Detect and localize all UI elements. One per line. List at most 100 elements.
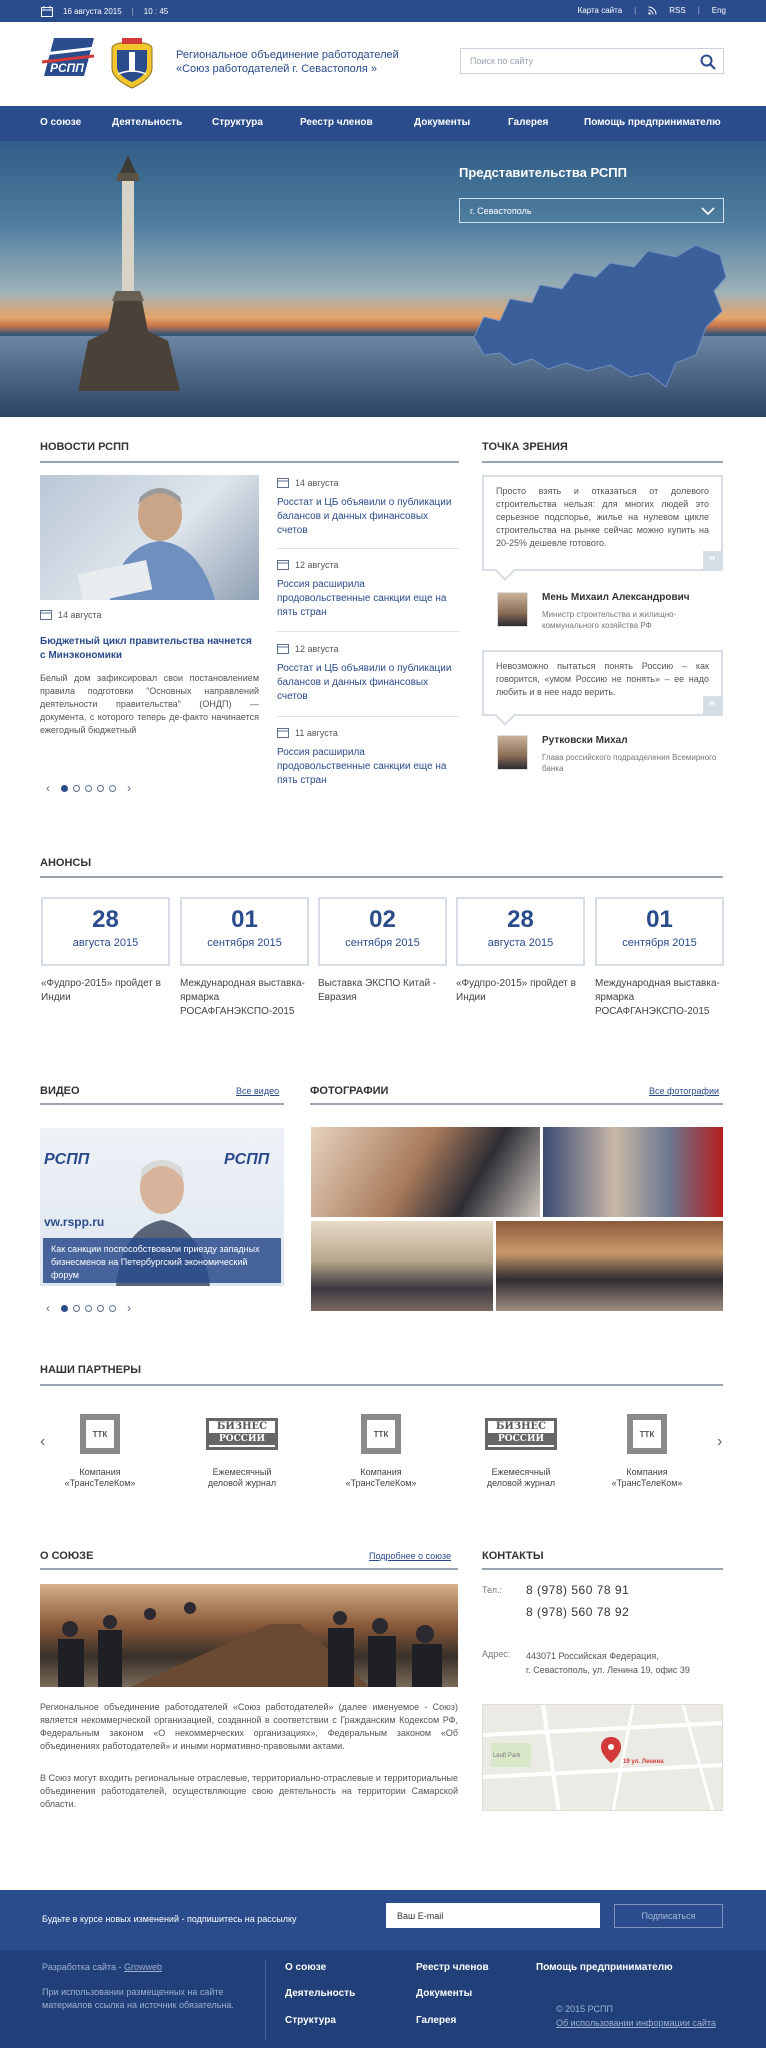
phone-1[interactable]: 8 (978) 560 78 91 [526,1583,629,1597]
chevron-right-icon[interactable]: › [121,1301,137,1315]
hero-banner: Представительства РСПП г. Севастополь [0,141,766,417]
gallery-photo[interactable] [543,1127,723,1217]
pager-dot[interactable] [85,784,92,792]
monument-image [78,155,180,391]
list-item[interactable]: 14 августа Росстат и ЦБ объявили о публи… [277,477,459,538]
pager-dot[interactable] [61,1304,68,1312]
announcement-date-card[interactable]: 28 августа 2015 [456,897,585,966]
rss-link[interactable]: RSS [669,6,685,15]
pager-dot[interactable] [109,784,116,792]
announcement-text[interactable]: «Фудпро-2015» пройдет в Индии [456,977,586,1005]
video-watermark: vw.rspp.ru [44,1215,104,1229]
news-main-headline[interactable]: Бюджетный цикл правительства начнется с … [40,635,259,663]
announcement-text[interactable]: Международная выставка-ярмарка РОСАФГАНЭ… [180,977,310,1019]
search-input[interactable]: Поиск по сайту [460,48,724,74]
pager-dot[interactable] [97,784,104,792]
quote-card: Невозможно пытаться понять Россию – как … [482,650,723,726]
partner-business-russia[interactable]: БИЗНЕС РОССИИ Ежемесячный деловой журнал [187,1411,297,1489]
list-item[interactable]: 11 августа Россия расширила продовольств… [277,727,459,788]
news-photo[interactable] [40,475,259,600]
all-photos-link[interactable]: Все фотографии [649,1086,719,1096]
gallery-photo[interactable] [311,1127,540,1217]
all-videos-link[interactable]: Все видео [236,1086,279,1096]
calendar-icon [41,6,53,17]
about-more-link[interactable]: Подробнее о союзе [369,1551,451,1561]
gallery-photo[interactable] [496,1221,723,1311]
partners-title: НАШИ ПАРТНЕРЫ [40,1364,142,1376]
footer-link-documents[interactable]: Документы [416,1988,472,1999]
news-main-body: Белый дом зафиксировал свои постановлени… [40,673,259,735]
announcement-date-card[interactable]: 28 августа 2015 [41,897,170,966]
address: 443071 Российская Федерация, г. Севастоп… [526,1651,690,1675]
search-icon[interactable] [699,53,717,71]
footer-link-structure[interactable]: Структура [285,2015,336,2026]
gallery-photo[interactable] [311,1221,493,1311]
rspp-logo[interactable]: РСПП [40,34,98,80]
news-item-title[interactable]: Росстат и ЦБ объявили о публикации балан… [277,496,459,538]
person-name: Рутковски Михал [542,735,628,746]
location-map[interactable]: Leuft Park 19 ул. Ленина [482,1704,723,1811]
footer-link-help[interactable]: Помощь предпринимателю [536,1962,673,1973]
announcement-date-card[interactable]: 02 сентября 2015 [318,897,447,966]
video-player[interactable]: РСПП РСПП vw.rspp.ru Как санкции поспосо… [40,1128,284,1286]
about-photo [40,1584,458,1687]
city-select[interactable]: г. Севастополь [459,198,724,223]
email-field[interactable]: Ваш E-mail [386,1903,600,1928]
news-item-title[interactable]: Россия расширила продовольственные санкц… [277,578,459,620]
nav-registry[interactable]: Реестр членов [300,117,373,128]
partner-ttk[interactable]: ТТК Компания «ТрансТелеКом» [592,1411,702,1489]
footer-link-registry[interactable]: Реестр членов [416,1962,489,1973]
pager-dot[interactable] [73,1304,80,1312]
announcement-text[interactable]: Выставка ЭКСПО Китай - Евразия [318,977,448,1005]
news-item-title[interactable]: Россия расширила продовольственные санкц… [277,746,459,788]
subscribe-button[interactable]: Подписаться [614,1904,723,1928]
partner-business-russia[interactable]: БИЗНЕС РОССИИ Ежемесячный деловой журнал [466,1411,576,1489]
avatar [497,592,528,627]
main-nav: О союзе Деятельность Структура Реестр чл… [0,106,766,141]
pager-dot[interactable] [97,1304,104,1312]
nav-gallery[interactable]: Галерея [508,117,548,128]
phone-2[interactable]: 8 (978) 560 78 92 [526,1605,629,1619]
announcement-date-card[interactable]: 01 сентября 2015 [180,897,309,966]
nav-documents[interactable]: Документы [414,117,470,128]
partner-ttk[interactable]: ТТК Компания «ТрансТелеКом» [45,1411,155,1489]
about-paragraph-2: В Союз могут входить региональные отрасл… [40,1773,458,1809]
footer-link-about[interactable]: О союзе [285,1962,326,1973]
pager-dot[interactable] [61,784,68,792]
ttk-logo: ТТК [627,1414,667,1454]
russia-map[interactable] [470,237,730,397]
subscribe-text: Будьте в курсе новых изменений - подпиши… [42,1914,297,1924]
chevron-right-icon[interactable]: › [121,781,137,795]
announcement-date-card[interactable]: 01 сентября 2015 [595,897,724,966]
nav-about[interactable]: О союзе [40,117,81,128]
partner-ttk[interactable]: ТТК Компания «ТрансТелеКом» [326,1411,436,1489]
language-switch[interactable]: Eng [712,6,726,15]
copyright: © 2015 РСПП Об использовании информации … [556,2004,716,2028]
list-item[interactable]: 12 августа Росстат и ЦБ объявили о публи… [277,643,459,704]
pager-dot[interactable] [85,1304,92,1312]
list-item[interactable]: 12 августа Россия расширила продовольств… [277,559,459,620]
news-main-date: 14 августа [40,609,102,620]
footer-link-activity[interactable]: Деятельность [285,1988,355,1999]
about-title: О СОЮЗЕ [40,1550,94,1562]
nav-activity[interactable]: Деятельность [112,117,182,128]
calendar-icon [277,560,289,570]
phone-label: Тел.: [482,1585,502,1595]
terms-link[interactable]: Об использовании информации сайта [556,2018,716,2028]
chevron-left-icon[interactable]: ‹ [40,781,56,795]
announcement-text[interactable]: «Фудпро-2015» пройдет в Индии [41,977,171,1005]
sitemap-link[interactable]: Карта сайта [578,6,623,15]
pager-dot[interactable] [109,1304,116,1312]
rss-icon[interactable] [648,6,657,15]
chevron-left-icon[interactable]: ‹ [40,1301,56,1315]
developer-link[interactable]: Growweb [124,1962,162,1972]
nav-structure[interactable]: Структура [212,117,263,128]
news-item-title[interactable]: Росстат и ЦБ объявили о публикации балан… [277,662,459,704]
pager-dot[interactable] [73,784,80,792]
footer-link-gallery[interactable]: Галерея [416,2015,456,2026]
announcement-text[interactable]: Международная выставка-ярмарка РОСАФГАНЭ… [595,977,725,1019]
chevron-right-icon[interactable]: › [717,1433,722,1451]
news-divider [40,461,459,463]
calendar-icon [40,610,52,620]
nav-help[interactable]: Помощь предпринимателю [584,117,721,128]
